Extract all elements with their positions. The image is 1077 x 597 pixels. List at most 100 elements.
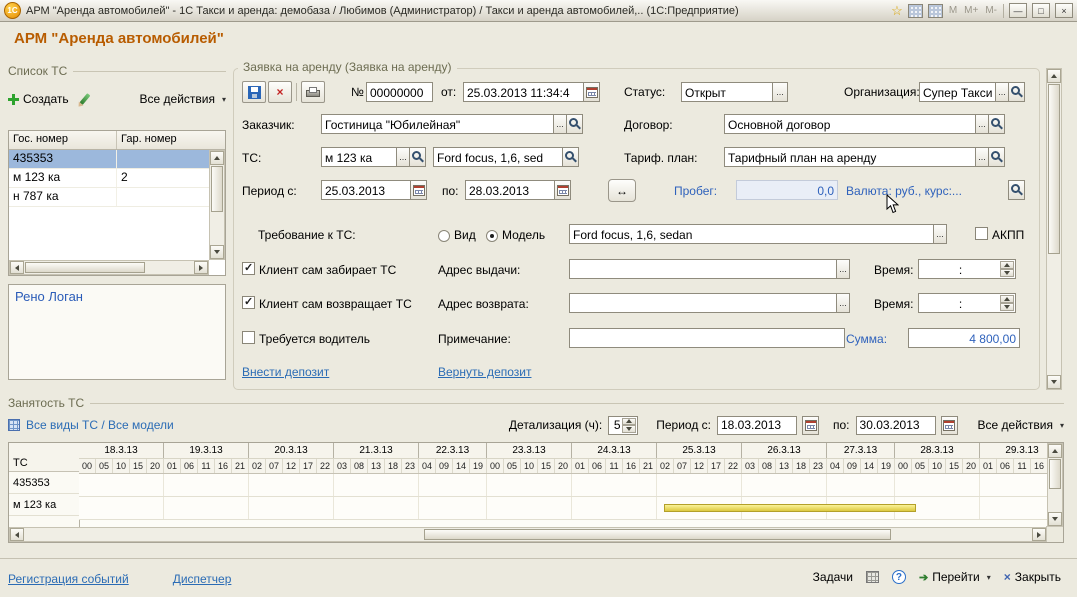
- dispatcher-link[interactable]: Диспетчер: [173, 572, 232, 586]
- pickup-time-spinner[interactable]: [1000, 261, 1014, 277]
- radio-model[interactable]: [486, 230, 498, 242]
- table-row[interactable]: 435353: [9, 150, 209, 169]
- maximize-button[interactable]: □: [1032, 3, 1050, 18]
- gantt-hscrollbar[interactable]: [9, 527, 1047, 542]
- memory-m-button[interactable]: M: [948, 5, 958, 16]
- currency-search-button[interactable]: [1008, 180, 1025, 200]
- edit-button[interactable]: [83, 93, 87, 105]
- deposit-return-link[interactable]: Вернуть депозит: [438, 365, 531, 379]
- contract-search-button[interactable]: [988, 114, 1005, 134]
- goto-button[interactable]: ➔ Перейти ▾: [919, 570, 991, 584]
- memory-mplus-button[interactable]: M+: [963, 5, 979, 16]
- occupancy-period-to-input[interactable]: 30.03.2013: [856, 416, 936, 435]
- pickup-label[interactable]: Клиент сам забирает ТС: [259, 263, 396, 277]
- driver-checkbox[interactable]: [242, 331, 255, 344]
- vehicle-list-all-actions-button[interactable]: Все действия ▾: [140, 92, 226, 106]
- radio-kind-label[interactable]: Вид: [454, 228, 476, 242]
- scroll-up-icon[interactable]: [1048, 444, 1062, 458]
- vehicle-types-filter-link[interactable]: Все виды ТС / Все модели: [26, 418, 174, 432]
- period-from-input[interactable]: 25.03.2013: [321, 180, 411, 200]
- scroll-down-icon[interactable]: [1048, 512, 1062, 526]
- radio-model-label[interactable]: Модель: [502, 228, 545, 242]
- scroll-right-icon[interactable]: [1032, 528, 1046, 541]
- date-calendar-button[interactable]: [583, 82, 600, 102]
- tasks-button[interactable]: Задачи: [813, 570, 853, 584]
- scrollbar-thumb[interactable]: [25, 262, 145, 273]
- form-vscrollbar[interactable]: [1046, 68, 1062, 390]
- model-requirement-input[interactable]: Ford focus, 1,6, sedan: [569, 224, 934, 244]
- period-to-input[interactable]: 28.03.2013: [465, 180, 555, 200]
- scroll-down-icon[interactable]: [210, 245, 224, 259]
- scroll-right-icon[interactable]: [194, 261, 208, 274]
- calculator-icon[interactable]: [866, 571, 879, 583]
- period-from-calendar-button[interactable]: [410, 180, 427, 200]
- detail-hours-spinner[interactable]: [622, 418, 636, 433]
- return-address-input[interactable]: [569, 293, 837, 313]
- vehicle-select-button[interactable]: ...: [396, 147, 410, 167]
- delete-button[interactable]: ×: [268, 81, 292, 103]
- column-header-gos-nomer[interactable]: Гос. номер: [9, 131, 117, 149]
- save-button[interactable]: [242, 81, 266, 103]
- organization-input[interactable]: Супер Такси: [919, 82, 996, 102]
- scroll-left-icon[interactable]: [10, 528, 24, 541]
- calculator-icon[interactable]: [928, 4, 943, 18]
- occupancy-all-actions-button[interactable]: Все действия ▾: [978, 418, 1064, 432]
- driver-label[interactable]: Требуется водитель: [259, 332, 370, 346]
- spin-up-icon[interactable]: [1000, 261, 1014, 269]
- tariff-select-button[interactable]: ...: [975, 147, 989, 167]
- gantt-chart-area[interactable]: 18.3.1319.3.1320.3.1321.3.1322.3.1323.3.…: [79, 443, 1047, 527]
- contract-input[interactable]: Основной договор: [724, 114, 976, 134]
- spin-down-icon[interactable]: [622, 425, 636, 433]
- detail-hours-input[interactable]: 5: [608, 416, 638, 435]
- favorites-star-icon[interactable]: ☆: [891, 4, 903, 17]
- calendar-icon[interactable]: [908, 4, 923, 18]
- contract-select-button[interactable]: ...: [975, 114, 989, 134]
- occupancy-to-calendar-button[interactable]: [941, 416, 958, 435]
- return-time-input[interactable]: :: [918, 293, 1016, 313]
- return-label[interactable]: Клиент сам возвращает ТС: [259, 297, 412, 311]
- minimize-button[interactable]: —: [1009, 3, 1027, 18]
- note-input[interactable]: [569, 328, 845, 348]
- vehicle-input[interactable]: м 123 ка: [321, 147, 397, 167]
- status-input[interactable]: Открыт: [681, 82, 773, 102]
- close-window-button[interactable]: ×: [1055, 3, 1073, 18]
- pickup-address-input[interactable]: [569, 259, 837, 279]
- return-address-select-button[interactable]: ...: [836, 293, 850, 313]
- akpp-checkbox[interactable]: [975, 227, 988, 240]
- model-select-button[interactable]: ...: [933, 224, 947, 244]
- scrollbar-thumb[interactable]: [211, 166, 223, 212]
- gantt-vscrollbar[interactable]: [1047, 443, 1063, 527]
- scrollbar-thumb[interactable]: [424, 529, 890, 540]
- spin-up-icon[interactable]: [1000, 295, 1014, 303]
- column-header-gar-nomer[interactable]: Гар. номер: [117, 131, 209, 149]
- return-checkbox[interactable]: [242, 296, 255, 309]
- spin-down-icon[interactable]: [1000, 269, 1014, 277]
- scroll-down-icon[interactable]: [1047, 375, 1061, 389]
- scroll-up-icon[interactable]: [210, 151, 224, 165]
- gantt-row[interactable]: [79, 497, 1047, 520]
- vehicle-table-vscrollbar[interactable]: [209, 150, 225, 260]
- pickup-checkbox[interactable]: [242, 262, 255, 275]
- deposit-add-link[interactable]: Внести депозит: [242, 365, 329, 379]
- vehicle-search-button[interactable]: [409, 147, 426, 167]
- customer-search-button[interactable]: [566, 114, 583, 134]
- scrollbar-thumb[interactable]: [1048, 84, 1060, 254]
- radio-kind[interactable]: [438, 230, 450, 242]
- date-input[interactable]: 25.03.2013 11:34:4: [463, 82, 584, 102]
- memory-mminus-button[interactable]: M-: [984, 5, 998, 16]
- status-select-button[interactable]: ...: [772, 82, 788, 102]
- close-form-button[interactable]: × Закрыть: [1004, 570, 1061, 584]
- pickup-time-input[interactable]: :: [918, 259, 1016, 279]
- organization-search-button[interactable]: [1008, 82, 1025, 102]
- help-icon[interactable]: ?: [892, 570, 906, 584]
- vehicle-table-hscrollbar[interactable]: [9, 260, 209, 275]
- customer-input[interactable]: Гостиница "Юбилейная": [321, 114, 554, 134]
- spin-up-icon[interactable]: [622, 418, 636, 426]
- scroll-up-icon[interactable]: [1047, 69, 1061, 83]
- period-picker-button[interactable]: ↔: [608, 179, 636, 202]
- table-row[interactable]: м 123 ка2: [9, 169, 209, 188]
- period-to-calendar-button[interactable]: [554, 180, 571, 200]
- gantt-bar[interactable]: [664, 504, 916, 512]
- vehicle-model-input[interactable]: Ford focus, 1,6, sed: [433, 147, 563, 167]
- tariff-search-button[interactable]: [988, 147, 1005, 167]
